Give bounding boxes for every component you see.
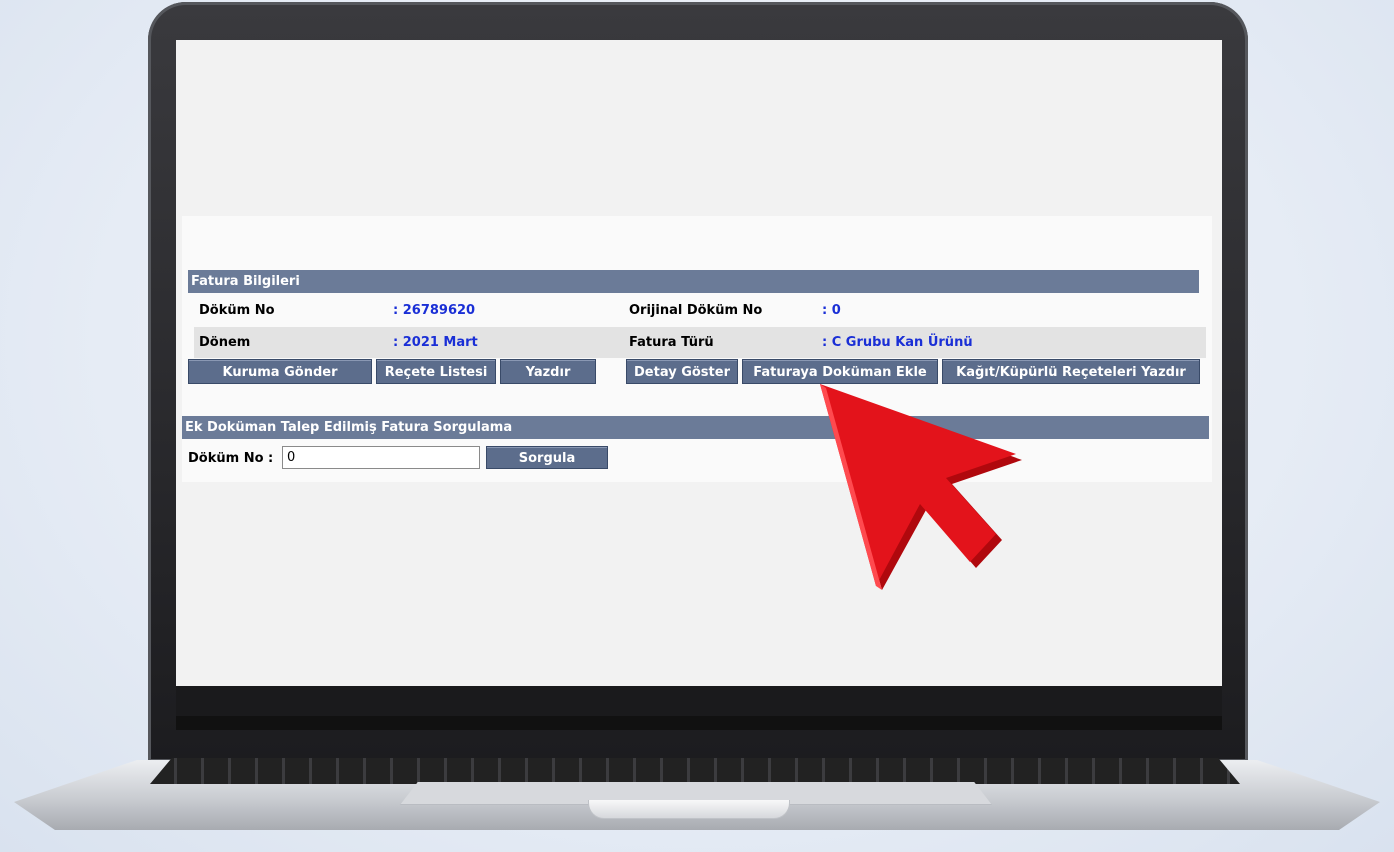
sorgula-button[interactable]: Sorgula (486, 446, 608, 469)
laptop-notch (588, 800, 790, 819)
detay-goster-button[interactable]: Detay Göster (626, 359, 738, 384)
field-label: Orijinal Döküm No (629, 303, 763, 318)
dokum-no-input[interactable] (282, 446, 480, 469)
field-label: Döküm No (199, 303, 275, 318)
laptop-screen: Fatura Bilgileri Döküm No : 26789620 Ori… (176, 40, 1222, 686)
field-label: Dönem (199, 335, 251, 350)
query-section-header: Ek Doküman Talep Edilmiş Fatura Sorgulam… (182, 416, 1209, 439)
invoice-section-header: Fatura Bilgileri (188, 270, 1199, 293)
field-value: : 26789620 (393, 303, 476, 318)
field-label: Fatura Türü (629, 335, 714, 350)
invoice-panel: Fatura Bilgileri Döküm No : 26789620 Ori… (182, 216, 1212, 482)
kuruma-gonder-button[interactable]: Kuruma Gönder (188, 359, 372, 384)
field-value: : 2021 Mart (393, 335, 478, 350)
yazdir-button[interactable]: Yazdır (500, 359, 596, 384)
field-value: : 0 (822, 303, 841, 318)
dokum-no-label: Döküm No : (188, 451, 274, 466)
keyboard (150, 758, 1240, 784)
red-arrow-cursor-icon (820, 384, 1022, 590)
laptop-chin (176, 686, 1222, 716)
invoice-row: Dönem : 2021 Mart Fatura Türü : C Grubu … (194, 327, 1206, 358)
field-value: : C Grubu Kan Ürünü (822, 335, 973, 350)
recete-listesi-button[interactable]: Reçete Listesi (376, 359, 496, 384)
invoice-row: Döküm No : 26789620 Orijinal Döküm No : … (194, 295, 1206, 326)
